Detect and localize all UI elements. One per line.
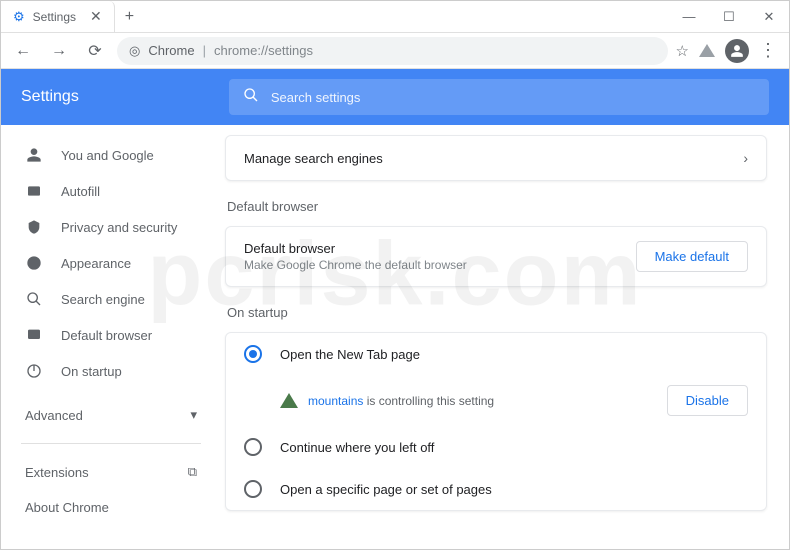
address-url: chrome://settings	[214, 43, 313, 58]
address-separator: |	[203, 43, 206, 58]
back-button[interactable]: ←	[9, 37, 37, 65]
tab-title: Settings	[33, 10, 76, 24]
default-browser-card: Default browser Make Google Chrome the d…	[225, 226, 767, 287]
on-startup-section-title: On startup	[227, 305, 767, 320]
chevron-down-icon: ▾	[190, 407, 197, 423]
close-icon[interactable]: ✕	[90, 8, 102, 25]
sidebar-item-appearance[interactable]: Appearance	[1, 245, 221, 281]
main-content: Manage search engines › Default browser …	[221, 125, 789, 549]
radio-unselected-icon[interactable]	[244, 438, 262, 456]
startup-option-label: Open a specific page or set of pages	[280, 482, 492, 497]
address-origin: Chrome	[148, 43, 194, 58]
make-default-button[interactable]: Make default	[636, 241, 748, 272]
sidebar-item-you-and-google[interactable]: You and Google	[1, 137, 221, 173]
manage-search-engines-card[interactable]: Manage search engines ›	[225, 135, 767, 181]
window-titlebar: ⚙ Settings ✕ + — ☐ ✕	[1, 1, 789, 33]
sidebar-item-label: Autofill	[61, 184, 100, 199]
sidebar: You and Google Autofill Privacy and secu…	[1, 125, 221, 549]
chrome-icon: ◎	[129, 43, 140, 59]
startup-option-new-tab[interactable]: Open the New Tab page	[226, 333, 766, 375]
open-external-icon: ⧉	[188, 464, 197, 480]
shield-icon	[25, 219, 43, 235]
palette-icon	[25, 255, 43, 271]
about-label: About Chrome	[25, 500, 109, 515]
sidebar-item-label: On startup	[61, 364, 122, 379]
extension-name[interactable]: mountains	[308, 394, 363, 408]
mountain-icon	[280, 393, 298, 408]
sidebar-item-label: Default browser	[61, 328, 152, 343]
manage-search-engines-label: Manage search engines	[244, 151, 383, 166]
startup-option-label: Open the New Tab page	[280, 347, 420, 362]
controlling-suffix: is controlling this setting	[363, 394, 494, 408]
radio-selected-icon[interactable]	[244, 345, 262, 363]
advanced-footer-toggle[interactable]: Advanced ▾	[225, 529, 767, 549]
sidebar-item-label: You and Google	[61, 148, 154, 163]
startup-option-specific[interactable]: Open a specific page or set of pages	[226, 468, 766, 510]
bookmark-icon[interactable]: ☆	[676, 42, 689, 60]
menu-button[interactable]: ⋮	[759, 40, 777, 61]
divider	[21, 443, 201, 444]
sidebar-extensions-link[interactable]: Extensions ⧉	[1, 454, 221, 490]
profile-avatar[interactable]	[725, 39, 749, 63]
sidebar-item-label: Privacy and security	[61, 220, 177, 235]
radio-unselected-icon[interactable]	[244, 480, 262, 498]
extension-controlling-row: mountains is controlling this setting Di…	[226, 375, 766, 426]
person-icon	[25, 147, 43, 163]
address-bar[interactable]: ◎ Chrome | chrome://settings	[117, 37, 668, 65]
search-input[interactable]	[271, 90, 755, 105]
search-icon	[243, 87, 259, 107]
power-icon	[25, 363, 43, 379]
settings-header: Settings	[1, 69, 789, 125]
extension-icon[interactable]	[699, 44, 715, 57]
chevron-right-icon: ›	[743, 150, 748, 166]
window-controls: — ☐ ✕	[669, 1, 789, 33]
gear-icon: ⚙	[13, 9, 25, 25]
page-title: Settings	[21, 88, 79, 106]
disable-button[interactable]: Disable	[667, 385, 748, 416]
sidebar-item-privacy[interactable]: Privacy and security	[1, 209, 221, 245]
extensions-label: Extensions	[25, 465, 89, 480]
default-browser-section-title: Default browser	[227, 199, 767, 214]
autofill-icon	[25, 183, 43, 199]
sidebar-advanced-toggle[interactable]: Advanced ▾	[1, 397, 221, 433]
startup-option-continue[interactable]: Continue where you left off	[226, 426, 766, 468]
sidebar-item-on-startup[interactable]: On startup	[1, 353, 221, 389]
sidebar-item-search-engine[interactable]: Search engine	[1, 281, 221, 317]
new-tab-button[interactable]: +	[115, 8, 144, 26]
sidebar-item-default-browser[interactable]: Default browser	[1, 317, 221, 353]
search-icon	[25, 291, 43, 307]
forward-button[interactable]: →	[45, 37, 73, 65]
browser-tab[interactable]: ⚙ Settings ✕	[1, 1, 115, 32]
browser-toolbar: ← → ⟳ ◎ Chrome | chrome://settings ☆ ⋮	[1, 33, 789, 69]
reload-button[interactable]: ⟳	[81, 37, 109, 65]
sidebar-item-label: Search engine	[61, 292, 145, 307]
startup-option-label: Continue where you left off	[280, 440, 434, 455]
advanced-label: Advanced	[25, 408, 83, 423]
search-box[interactable]	[229, 79, 769, 115]
minimize-button[interactable]: —	[669, 1, 709, 33]
close-window-button[interactable]: ✕	[749, 1, 789, 33]
sidebar-item-autofill[interactable]: Autofill	[1, 173, 221, 209]
maximize-button[interactable]: ☐	[709, 1, 749, 33]
browser-icon	[25, 327, 43, 343]
on-startup-card: Open the New Tab page mountains is contr…	[225, 332, 767, 511]
default-browser-subtitle: Make Google Chrome the default browser	[244, 258, 467, 272]
sidebar-about-link[interactable]: About Chrome	[1, 490, 221, 525]
default-browser-title: Default browser	[244, 241, 467, 256]
sidebar-item-label: Appearance	[61, 256, 131, 271]
